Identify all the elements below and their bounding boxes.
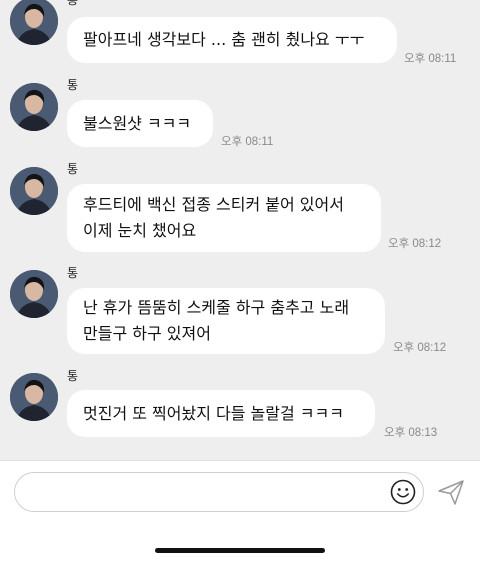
- message-timestamp: 오후 08:13: [384, 427, 438, 439]
- message-timestamp: 오후 08:12: [393, 342, 447, 354]
- sender-name: 통: [67, 369, 79, 383]
- message-bubble[interactable]: 팔아프네 생각보다 ... 춤 괜히 췄나요 ㅜㅜ: [67, 17, 397, 63]
- sender-avatar[interactable]: [10, 270, 58, 318]
- message-bubble[interactable]: 멋진거 또 찍어놨지 다들 놀랄걸 ㅋㅋㅋ: [67, 390, 375, 437]
- message-bubble[interactable]: 후드티에 백신 접종 스티커 붙어 있어서 이제 눈치 챘어요: [67, 184, 381, 252]
- message-bubble[interactable]: 불스원샷 ㅋㅋㅋ: [67, 100, 213, 147]
- message-text: 불스원샷 ㅋㅋㅋ: [83, 113, 192, 133]
- sender-avatar[interactable]: [10, 0, 58, 45]
- sender-name: 통: [67, 78, 79, 92]
- message-timestamp: 오후 08:12: [388, 238, 442, 250]
- sender-avatar[interactable]: [10, 167, 58, 215]
- message-text: 멋진거 또 찍어놨지 다들 놀랄걸 ㅋㅋㅋ: [83, 403, 344, 423]
- message-input[interactable]: [14, 472, 424, 512]
- home-indicator: [155, 548, 325, 553]
- message-composer: [0, 460, 480, 563]
- sender-avatar[interactable]: [10, 373, 58, 421]
- message-timestamp: 오후 08:11: [221, 136, 274, 148]
- paper-plane-send-icon[interactable]: [436, 477, 466, 507]
- sender-avatar[interactable]: [10, 83, 58, 131]
- smiley-face-icon[interactable]: [390, 479, 416, 505]
- sender-name: 통: [67, 266, 79, 280]
- message-text: 난 휴가 뜸뚬히 스케줄 하구 춤추고 노래: [83, 298, 350, 317]
- message-bubble[interactable]: 난 휴가 뜸뚬히 스케줄 하구 춤추고 노래 만들구 하구 있져어: [67, 288, 385, 354]
- message-text: 이제 눈치 챘어요: [83, 221, 197, 240]
- message-text: 만들구 하구 있져어: [83, 324, 211, 343]
- message-timestamp: 오후 08:11: [404, 53, 457, 65]
- chat-area: 통 팔아프네 생각보다 ... 춤 괜히 췄나요 ㅜㅜ 오후 08:11 통 불…: [0, 0, 480, 460]
- message-text: 후드티에 백신 접종 스티커 붙어 있어서: [83, 195, 344, 214]
- sender-name: 통: [67, 162, 79, 176]
- message-text: 팔아프네 생각보다 ... 춤 괜히 췄나요 ㅜㅜ: [83, 30, 365, 49]
- sender-name: 통: [67, 0, 79, 7]
